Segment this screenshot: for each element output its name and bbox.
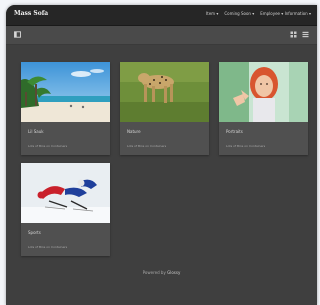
footer-link[interactable]: Glossy: [167, 270, 180, 275]
album-title[interactable]: Lil Sauk: [28, 129, 44, 134]
footer-prefix: Powered by: [142, 270, 166, 275]
album-card[interactable]: Nature Lots of Bins on Containers: [120, 62, 209, 155]
nav-menu: Item ▾ Coming Soon ▾ Employee ▾ Informat…: [206, 11, 311, 16]
sidebar-toggle-icon[interactable]: [14, 31, 21, 38]
album-title[interactable]: Portraits: [226, 129, 243, 134]
toolbar: [6, 26, 317, 45]
album-title[interactable]: Sports: [28, 230, 41, 235]
brand-logo[interactable]: Mass Sofa: [14, 10, 48, 17]
album-thumbnail-skating[interactable]: [21, 163, 110, 223]
album-thumbnail-cheetah[interactable]: [120, 62, 209, 122]
nav-item-item[interactable]: Item ▾: [206, 11, 218, 16]
album-meta: Lots of Bins on Containers: [28, 245, 68, 249]
list-icon[interactable]: [302, 31, 309, 38]
album-title[interactable]: Nature: [127, 129, 141, 134]
nav-item-employee-information[interactable]: Employee ▾ Information ▾: [260, 11, 311, 16]
album-card[interactable]: Lil Sauk Lots of Bins on Containers: [21, 62, 110, 155]
album-meta: Lots of Bins on Containers: [226, 144, 266, 148]
album-thumbnail-portrait[interactable]: [219, 62, 308, 122]
album-thumbnail-beach[interactable]: [21, 62, 110, 122]
grid-icon[interactable]: [290, 31, 297, 38]
album-card[interactable]: Sports Lots of Bins on Containers: [21, 163, 110, 256]
album-meta: Lots of Bins on Containers: [28, 144, 68, 148]
footer: Powered by Glossy: [6, 270, 317, 275]
nav-item-coming-soon[interactable]: Coming Soon ▾: [224, 11, 254, 16]
album-card[interactable]: Portraits Lots of Bins on Containers: [219, 62, 308, 155]
album-meta: Lots of Bins on Containers: [127, 144, 167, 148]
app-window: Mass Sofa Item ▾ Coming Soon ▾ Employee …: [6, 5, 317, 305]
top-navbar: Mass Sofa Item ▾ Coming Soon ▾ Employee …: [6, 5, 317, 26]
